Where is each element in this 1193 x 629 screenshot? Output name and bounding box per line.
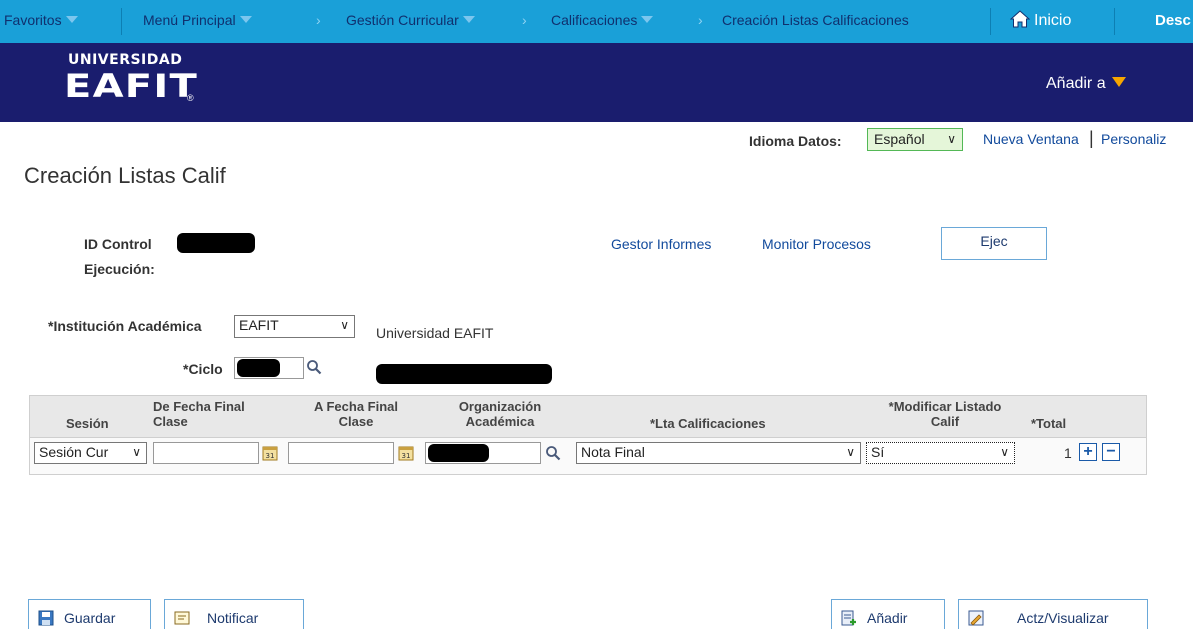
report-manager-link[interactable]: Gestor Informes <box>611 236 711 252</box>
chevron-down-icon <box>462 16 475 23</box>
process-monitor-link[interactable]: Monitor Procesos <box>762 236 871 252</box>
new-window-link[interactable]: Nueva Ventana <box>983 131 1079 147</box>
col-header-total: *Total <box>1031 416 1067 431</box>
chevron-down-icon <box>641 16 654 23</box>
personalize-link[interactable]: Personaliz <box>1101 131 1166 147</box>
delete-row-icon[interactable]: − <box>1102 443 1120 461</box>
add-to-label: Añadir a <box>1046 75 1106 92</box>
modify-list-select[interactable]: Sí ∨ <box>866 442 1015 464</box>
grade-list-value: Nota Final <box>581 444 645 460</box>
chevron-down-icon <box>239 16 252 23</box>
nav-calificaciones[interactable]: Calificaciones <box>551 12 654 28</box>
run-button[interactable]: Ejec <box>941 227 1047 260</box>
col-header-org-line1: Organización <box>458 399 542 414</box>
calendar-icon[interactable]: 31 <box>262 445 278 461</box>
nav-divider <box>1114 8 1115 35</box>
update-display-button[interactable]: Actz/Visualizar <box>958 599 1148 629</box>
nav-gestion-curricular-label: Gestión Curricular <box>346 12 459 28</box>
save-button[interactable]: Guardar <box>28 599 151 629</box>
col-header-to-date-line1: A Fecha Final <box>313 399 399 414</box>
data-language-label: Idioma Datos: <box>749 133 842 149</box>
breadcrumb-separator-icon: › <box>316 12 321 28</box>
institution-value: EAFIT <box>239 317 279 333</box>
col-header-from-date-line1: De Fecha Final <box>153 399 245 414</box>
search-icon[interactable] <box>306 359 322 375</box>
chevron-down-icon <box>65 16 78 23</box>
nav-calificaciones-label: Calificaciones <box>551 12 638 28</box>
home-icon <box>1010 10 1030 28</box>
calendar-icon-text: 31 <box>402 452 411 460</box>
col-header-org-line2: Académica <box>465 414 535 429</box>
add-document-icon <box>841 610 856 626</box>
nav-creacion-listas[interactable]: Creación Listas Calificaciones <box>722 12 909 28</box>
col-header-session: Sesión <box>66 416 109 431</box>
logo-eafit-text: EAFIT <box>64 67 199 105</box>
session-select[interactable]: Sesión Cur ∨ <box>34 442 147 464</box>
calendar-icon[interactable]: 31 <box>398 445 414 461</box>
col-header-modify-line1: *Modificar Listado <box>888 399 1002 414</box>
chevron-down-icon: ∨ <box>1000 445 1009 459</box>
modify-list-value: Sí <box>871 444 885 460</box>
add-to-menu[interactable]: Añadir a <box>1046 75 1126 93</box>
chevron-down-icon: ∨ <box>846 445 855 459</box>
notify-button[interactable]: Notificar <box>164 599 304 629</box>
home-link[interactable]: Inicio <box>1010 10 1071 30</box>
add-mode-button[interactable]: Añadir <box>831 599 945 629</box>
branding-header: UNIVERSIDAD EAFIT ® Añadir a <box>0 43 1193 122</box>
col-header-grade-list: *Lta Calificaciones <box>650 416 766 431</box>
logo-university-text: UNIVERSIDAD <box>68 52 183 68</box>
breadcrumb-separator-icon: › <box>698 12 703 28</box>
run-control-label-line1: ID Control <box>84 236 152 252</box>
col-header-to-date-line2: Clase <box>338 414 374 429</box>
nav-favoritos-label: Favoritos <box>4 12 62 28</box>
to-date-input[interactable] <box>288 442 394 464</box>
caret-down-icon <box>1111 77 1126 87</box>
add-row-icon[interactable]: + <box>1079 443 1097 461</box>
institution-label: *Institución Académica <box>48 318 202 334</box>
term-label: *Ciclo <box>183 361 223 377</box>
nav-divider <box>121 8 122 35</box>
redacted-academic-org <box>428 444 489 462</box>
session-value: Sesión Cur <box>39 444 109 460</box>
edit-pencil-icon <box>968 610 984 626</box>
grid-header-row: Sesión De Fecha Final Clase A Fecha Fina… <box>30 396 1146 438</box>
from-date-input[interactable] <box>153 442 259 464</box>
chevron-down-icon: ∨ <box>340 318 349 332</box>
nav-favoritos[interactable]: Favoritos <box>4 12 78 28</box>
notify-icon <box>174 611 190 625</box>
top-nav-bar: Favoritos Menú Principal › Gestión Curri… <box>0 0 1193 43</box>
data-language-select[interactable]: Español ∨ <box>867 128 963 151</box>
breadcrumb-separator-icon: › <box>522 12 527 28</box>
home-label: Inicio <box>1034 12 1072 29</box>
chevron-down-icon: ∨ <box>132 445 141 459</box>
redacted-run-control-id <box>177 233 255 253</box>
notify-label: Notificar <box>207 610 259 626</box>
nav-divider <box>990 8 991 35</box>
chevron-down-icon: ∨ <box>947 132 956 146</box>
run-control-label-line2: Ejecución: <box>84 261 155 277</box>
grade-list-grid: Sesión De Fecha Final Clase A Fecha Fina… <box>29 395 1147 475</box>
col-header-from-date-line2: Clase <box>153 414 188 429</box>
nav-menu-principal-label: Menú Principal <box>143 12 236 28</box>
redacted-term-value <box>237 359 280 377</box>
institution-description: Universidad EAFIT <box>376 325 494 341</box>
page-title: Creación Listas Calif <box>24 163 226 188</box>
calendar-icon-text: 31 <box>266 452 275 460</box>
save-label: Guardar <box>64 610 116 626</box>
nav-gestion-curricular[interactable]: Gestión Curricular <box>346 12 475 28</box>
redacted-term-description <box>376 364 552 384</box>
sign-out-link[interactable]: Desc <box>1155 12 1191 29</box>
update-display-label: Actz/Visualizar <box>1017 610 1109 626</box>
nav-menu-principal[interactable]: Menú Principal <box>143 12 252 28</box>
grade-list-select[interactable]: Nota Final ∨ <box>576 442 861 464</box>
link-divider: | <box>1089 128 1094 148</box>
save-icon <box>38 610 54 626</box>
institution-select[interactable]: EAFIT ∨ <box>234 315 355 338</box>
add-mode-label: Añadir <box>867 610 908 626</box>
logo-registered-mark: ® <box>187 93 194 103</box>
col-header-modify-line2: Calif <box>930 414 960 429</box>
search-icon[interactable] <box>545 445 561 461</box>
row-total: 1 <box>1064 445 1072 461</box>
data-language-value: Español <box>874 131 925 147</box>
